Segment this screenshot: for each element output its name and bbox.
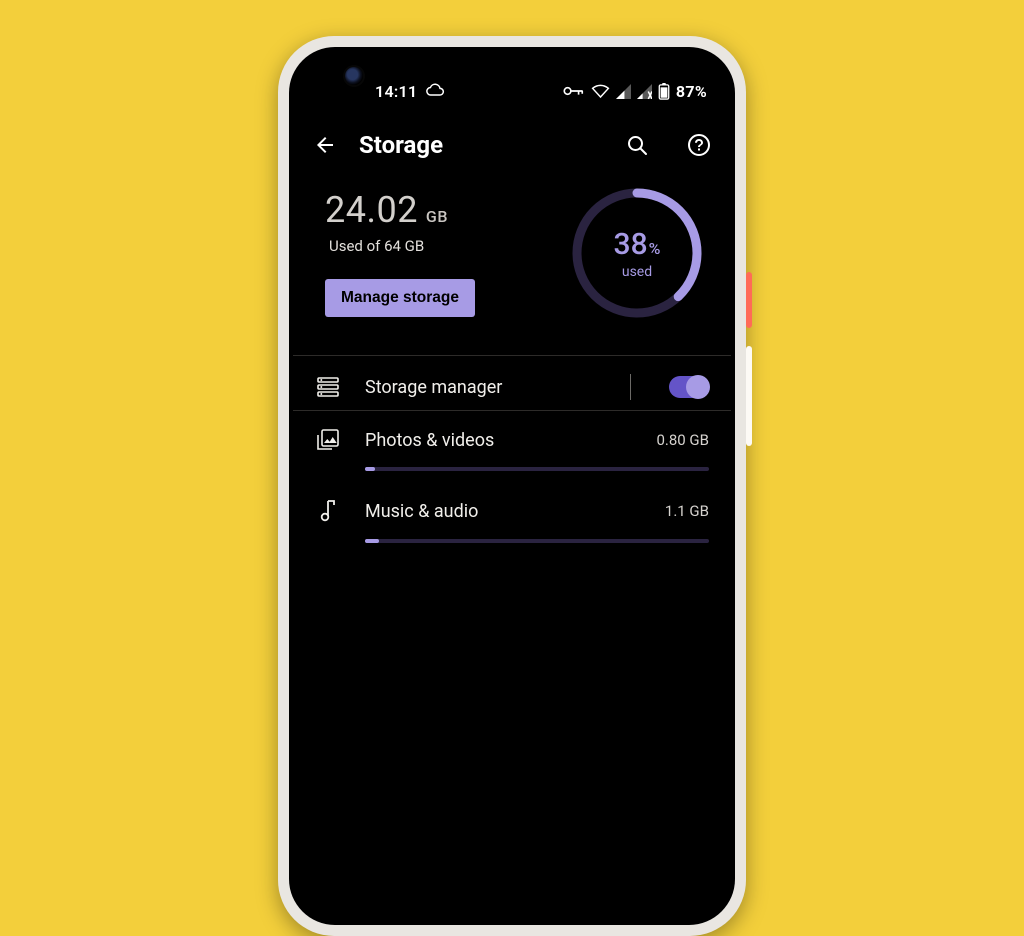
help-button[interactable] <box>685 131 713 159</box>
usage-ring: 38 % used <box>569 185 705 321</box>
battery-icon <box>658 83 670 100</box>
app-bar: Storage <box>289 109 735 167</box>
used-value: 24.02 <box>325 189 418 231</box>
volume-button[interactable] <box>746 346 752 446</box>
photos-bar <box>365 467 709 471</box>
row-photos-videos[interactable]: Photos & videos 0.80 GB <box>289 411 735 461</box>
screen: 14:11 <box>289 47 735 925</box>
storage-manager-icon <box>315 377 341 397</box>
row-value: 0.80 GB <box>656 431 709 449</box>
front-camera <box>345 67 363 85</box>
photos-icon <box>315 429 341 451</box>
row-label: Music & audio <box>365 501 641 522</box>
row-label: Storage manager <box>365 377 606 398</box>
back-button[interactable] <box>311 131 339 159</box>
ring-percent-sign: % <box>649 239 661 258</box>
row-label: Photos & videos <box>365 430 632 451</box>
music-icon <box>315 499 341 523</box>
storage-summary: 24.02 GB Used of 64 GB Manage storage 38… <box>289 167 735 355</box>
power-button[interactable] <box>746 272 752 328</box>
wifi-icon <box>591 84 610 99</box>
manage-storage-button[interactable]: Manage storage <box>325 279 475 317</box>
vertical-divider <box>630 374 631 400</box>
page-title: Storage <box>359 131 603 159</box>
row-music-audio[interactable]: Music & audio 1.1 GB <box>289 485 735 533</box>
cloud-icon <box>425 82 445 101</box>
device-frame: 14:11 <box>278 36 746 936</box>
used-subtitle: Used of 64 GB <box>329 237 555 255</box>
ring-label: used <box>622 264 652 280</box>
row-value: 1.1 GB <box>665 502 709 520</box>
status-time: 14:11 <box>375 82 417 101</box>
music-bar <box>365 539 709 543</box>
vpn-key-icon <box>563 85 585 97</box>
storage-manager-toggle[interactable] <box>669 376 709 398</box>
row-storage-manager[interactable]: Storage manager <box>289 356 735 410</box>
signal-1-icon <box>616 84 631 99</box>
used-unit: GB <box>426 207 448 226</box>
search-button[interactable] <box>623 131 651 159</box>
ring-percent: 38 <box>614 227 648 262</box>
signal-2-icon <box>637 84 652 99</box>
battery-percent: 87% <box>676 82 707 101</box>
